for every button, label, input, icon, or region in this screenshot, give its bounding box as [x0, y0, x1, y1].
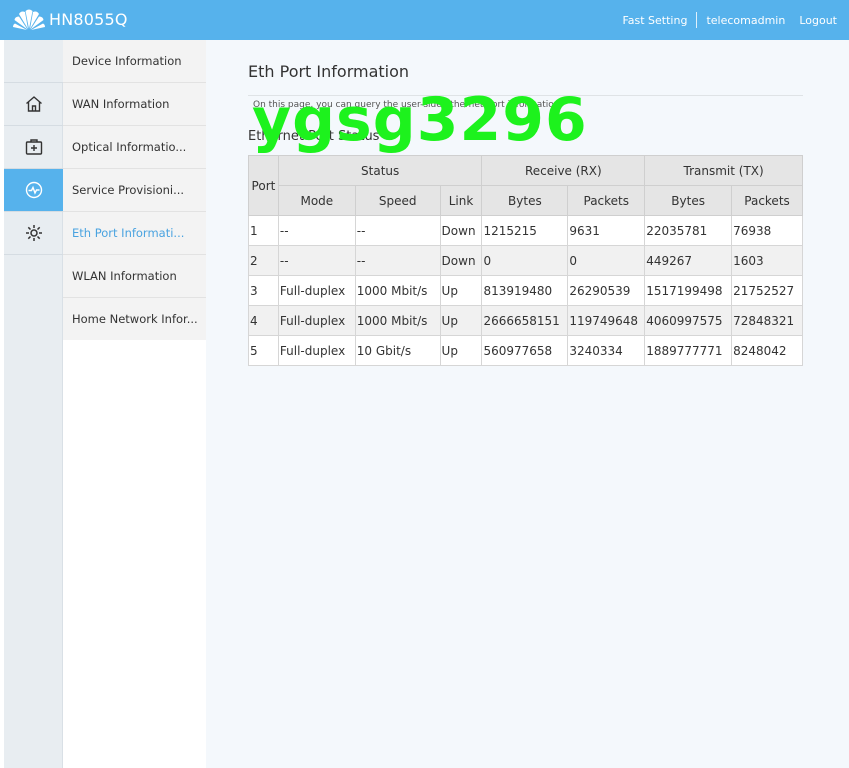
cell-rx-bytes: 2666658151 — [481, 305, 569, 336]
cell-port: 3 — [248, 275, 279, 306]
group-header-receive: Receive (RX) — [481, 155, 646, 186]
submenu-blank-area — [63, 340, 206, 768]
submenu-device-information[interactable]: Device Information — [63, 40, 206, 83]
cell-speed: -- — [354, 215, 441, 246]
cell-rx-packets: 3240334 — [567, 335, 646, 366]
table-row: 4 Full-duplex 1000 Mbit/s Up 2666658151 … — [248, 305, 803, 336]
sidebar-settings[interactable] — [4, 212, 63, 255]
cell-rx-packets: 0 — [567, 245, 646, 276]
cell-tx-bytes: 4060997575 — [644, 305, 733, 336]
cell-tx-packets: 72848321 — [731, 305, 803, 336]
cell-mode: -- — [277, 245, 356, 276]
col-header-mode: Mode — [277, 185, 356, 216]
sidebar-home[interactable] — [4, 83, 63, 126]
cell-rx-packets: 119749648 — [567, 305, 646, 336]
gear-icon — [25, 225, 42, 241]
logout-link[interactable]: Logout — [799, 14, 837, 27]
cell-tx-packets: 8248042 — [731, 335, 803, 366]
col-header-tx-packets: Packets — [731, 185, 803, 216]
cell-speed: 1000 Mbit/s — [354, 275, 441, 306]
cell-rx-packets: 9631 — [567, 215, 646, 246]
nav-divider — [696, 12, 698, 28]
col-header-rx-packets: Packets — [567, 185, 646, 216]
table-row: 2 -- -- Down 0 0 449267 1603 — [248, 245, 803, 276]
brand: HN8055Q — [12, 4, 128, 34]
pulse-icon — [25, 181, 42, 199]
cell-link: Up — [439, 275, 483, 306]
cell-mode: -- — [277, 215, 356, 246]
cell-mode: Full-duplex — [277, 305, 356, 336]
watermark-text: ygsg3296 — [252, 85, 588, 155]
eth-port-table: Port Status Receive (RX) Transmit (TX) M… — [248, 155, 803, 366]
add-box-icon — [25, 139, 42, 155]
cell-port: 4 — [248, 305, 279, 336]
cell-port: 2 — [248, 245, 279, 276]
icon-sidebar — [4, 40, 72, 768]
submenu-eth-port-information[interactable]: Eth Port Informati... — [63, 212, 206, 255]
cell-link: Up — [439, 335, 483, 366]
page-title: Eth Port Information — [248, 62, 410, 81]
table-row: 1 -- -- Down 1215215 9631 22035781 76938 — [248, 215, 803, 246]
cell-mode: Full-duplex — [277, 335, 356, 366]
cell-link: Down — [439, 245, 483, 276]
col-header-speed: Speed — [354, 185, 441, 216]
cell-port: 1 — [248, 215, 279, 246]
cell-rx-packets: 26290539 — [567, 275, 646, 306]
submenu-service-provisioning[interactable]: Service Provisioni... — [63, 169, 206, 212]
submenu-home-network-information[interactable]: Home Network Infor... — [63, 298, 206, 341]
col-header-tx-bytes: Bytes — [644, 185, 733, 216]
col-header-link: Link — [439, 185, 483, 216]
user-link[interactable]: telecomadmin — [706, 14, 785, 27]
device-model: HN8055Q — [49, 9, 128, 29]
sidebar-spacer — [4, 40, 63, 83]
cell-tx-packets: 76938 — [731, 215, 803, 246]
col-header-rx-bytes: Bytes — [481, 185, 569, 216]
cell-rx-bytes: 560977658 — [481, 335, 569, 366]
submenu-wlan-information[interactable]: WLAN Information — [63, 255, 206, 298]
cell-tx-bytes: 1517199498 — [644, 275, 733, 306]
home-icon — [25, 96, 42, 112]
table-row: 5 Full-duplex 10 Gbit/s Up 560977658 324… — [248, 335, 803, 366]
top-nav: Fast Setting telecomadmin Logout — [622, 12, 837, 28]
cell-port: 5 — [248, 335, 279, 366]
sidebar-maintenance[interactable] — [4, 126, 63, 169]
submenu-wan-information[interactable]: WAN Information — [63, 83, 206, 126]
cell-speed: 10 Gbit/s — [354, 335, 441, 366]
cell-speed: 1000 Mbit/s — [354, 305, 441, 336]
cell-rx-bytes: 813919480 — [481, 275, 569, 306]
submenu-optical-information[interactable]: Optical Informatio... — [63, 126, 206, 169]
cell-tx-bytes: 449267 — [644, 245, 733, 276]
col-header-port: Port — [248, 155, 279, 216]
cell-rx-bytes: 0 — [481, 245, 569, 276]
cell-link: Down — [439, 215, 483, 246]
sidebar-status[interactable] — [4, 169, 72, 212]
fast-setting-link[interactable]: Fast Setting — [622, 14, 687, 27]
table-row: 3 Full-duplex 1000 Mbit/s Up 813919480 2… — [248, 275, 803, 306]
cell-tx-packets: 21752527 — [731, 275, 803, 306]
logo-icon — [13, 9, 45, 30]
status-submenu: Device Information WAN Information Optic… — [63, 40, 206, 341]
cell-rx-bytes: 1215215 — [481, 215, 569, 246]
cell-speed: -- — [354, 245, 441, 276]
cell-mode: Full-duplex — [277, 275, 356, 306]
cell-tx-packets: 1603 — [731, 245, 803, 276]
group-header-status: Status — [277, 155, 483, 186]
cell-link: Up — [439, 305, 483, 336]
cell-tx-bytes: 22035781 — [644, 215, 733, 246]
group-header-transmit: Transmit (TX) — [644, 155, 803, 186]
cell-tx-bytes: 1889777771 — [644, 335, 733, 366]
top-bar: HN8055Q Fast Setting telecomadmin Logout — [0, 0, 849, 40]
